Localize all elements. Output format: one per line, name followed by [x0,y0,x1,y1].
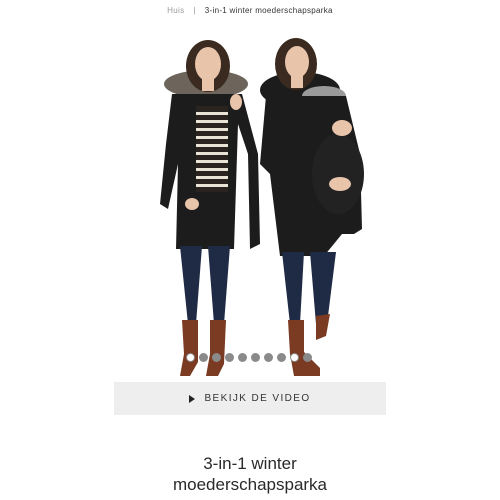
product-title-line2: moederschapsparka [172,475,328,494]
gallery-dot[interactable] [251,352,260,362]
gallery-dot[interactable] [212,352,221,362]
product-image-gallery[interactable] [110,24,390,376]
model-left [160,40,260,376]
gallery-dot[interactable] [238,352,247,362]
product-title-line1: 3-in-1 winter [203,454,297,473]
gallery-dot[interactable] [186,352,195,362]
gallery-dot[interactable] [303,352,312,362]
breadcrumb-current: 3-in-1 winter moederschapsparka [204,6,333,15]
gallery-pagination [186,352,312,362]
gallery-dot[interactable] [277,352,286,362]
product-photo [160,38,364,376]
gallery-dot[interactable] [290,352,299,362]
product-title: 3-in-1 winter moederschapsparka [0,453,500,495]
breadcrumb: Huis | 3-in-1 winter moederschapsparka [0,6,500,15]
breadcrumb-home-link[interactable]: Huis [167,6,184,15]
watch-video-label: BEKIJK DE VIDEO [204,393,311,404]
gallery-dot[interactable] [264,352,273,362]
model-right [260,38,364,376]
breadcrumb-separator: | [193,6,196,15]
watch-video-button[interactable]: BEKIJK DE VIDEO [114,382,386,415]
play-icon [189,394,196,403]
gallery-dot[interactable] [225,352,234,362]
gallery-dot[interactable] [199,352,208,362]
